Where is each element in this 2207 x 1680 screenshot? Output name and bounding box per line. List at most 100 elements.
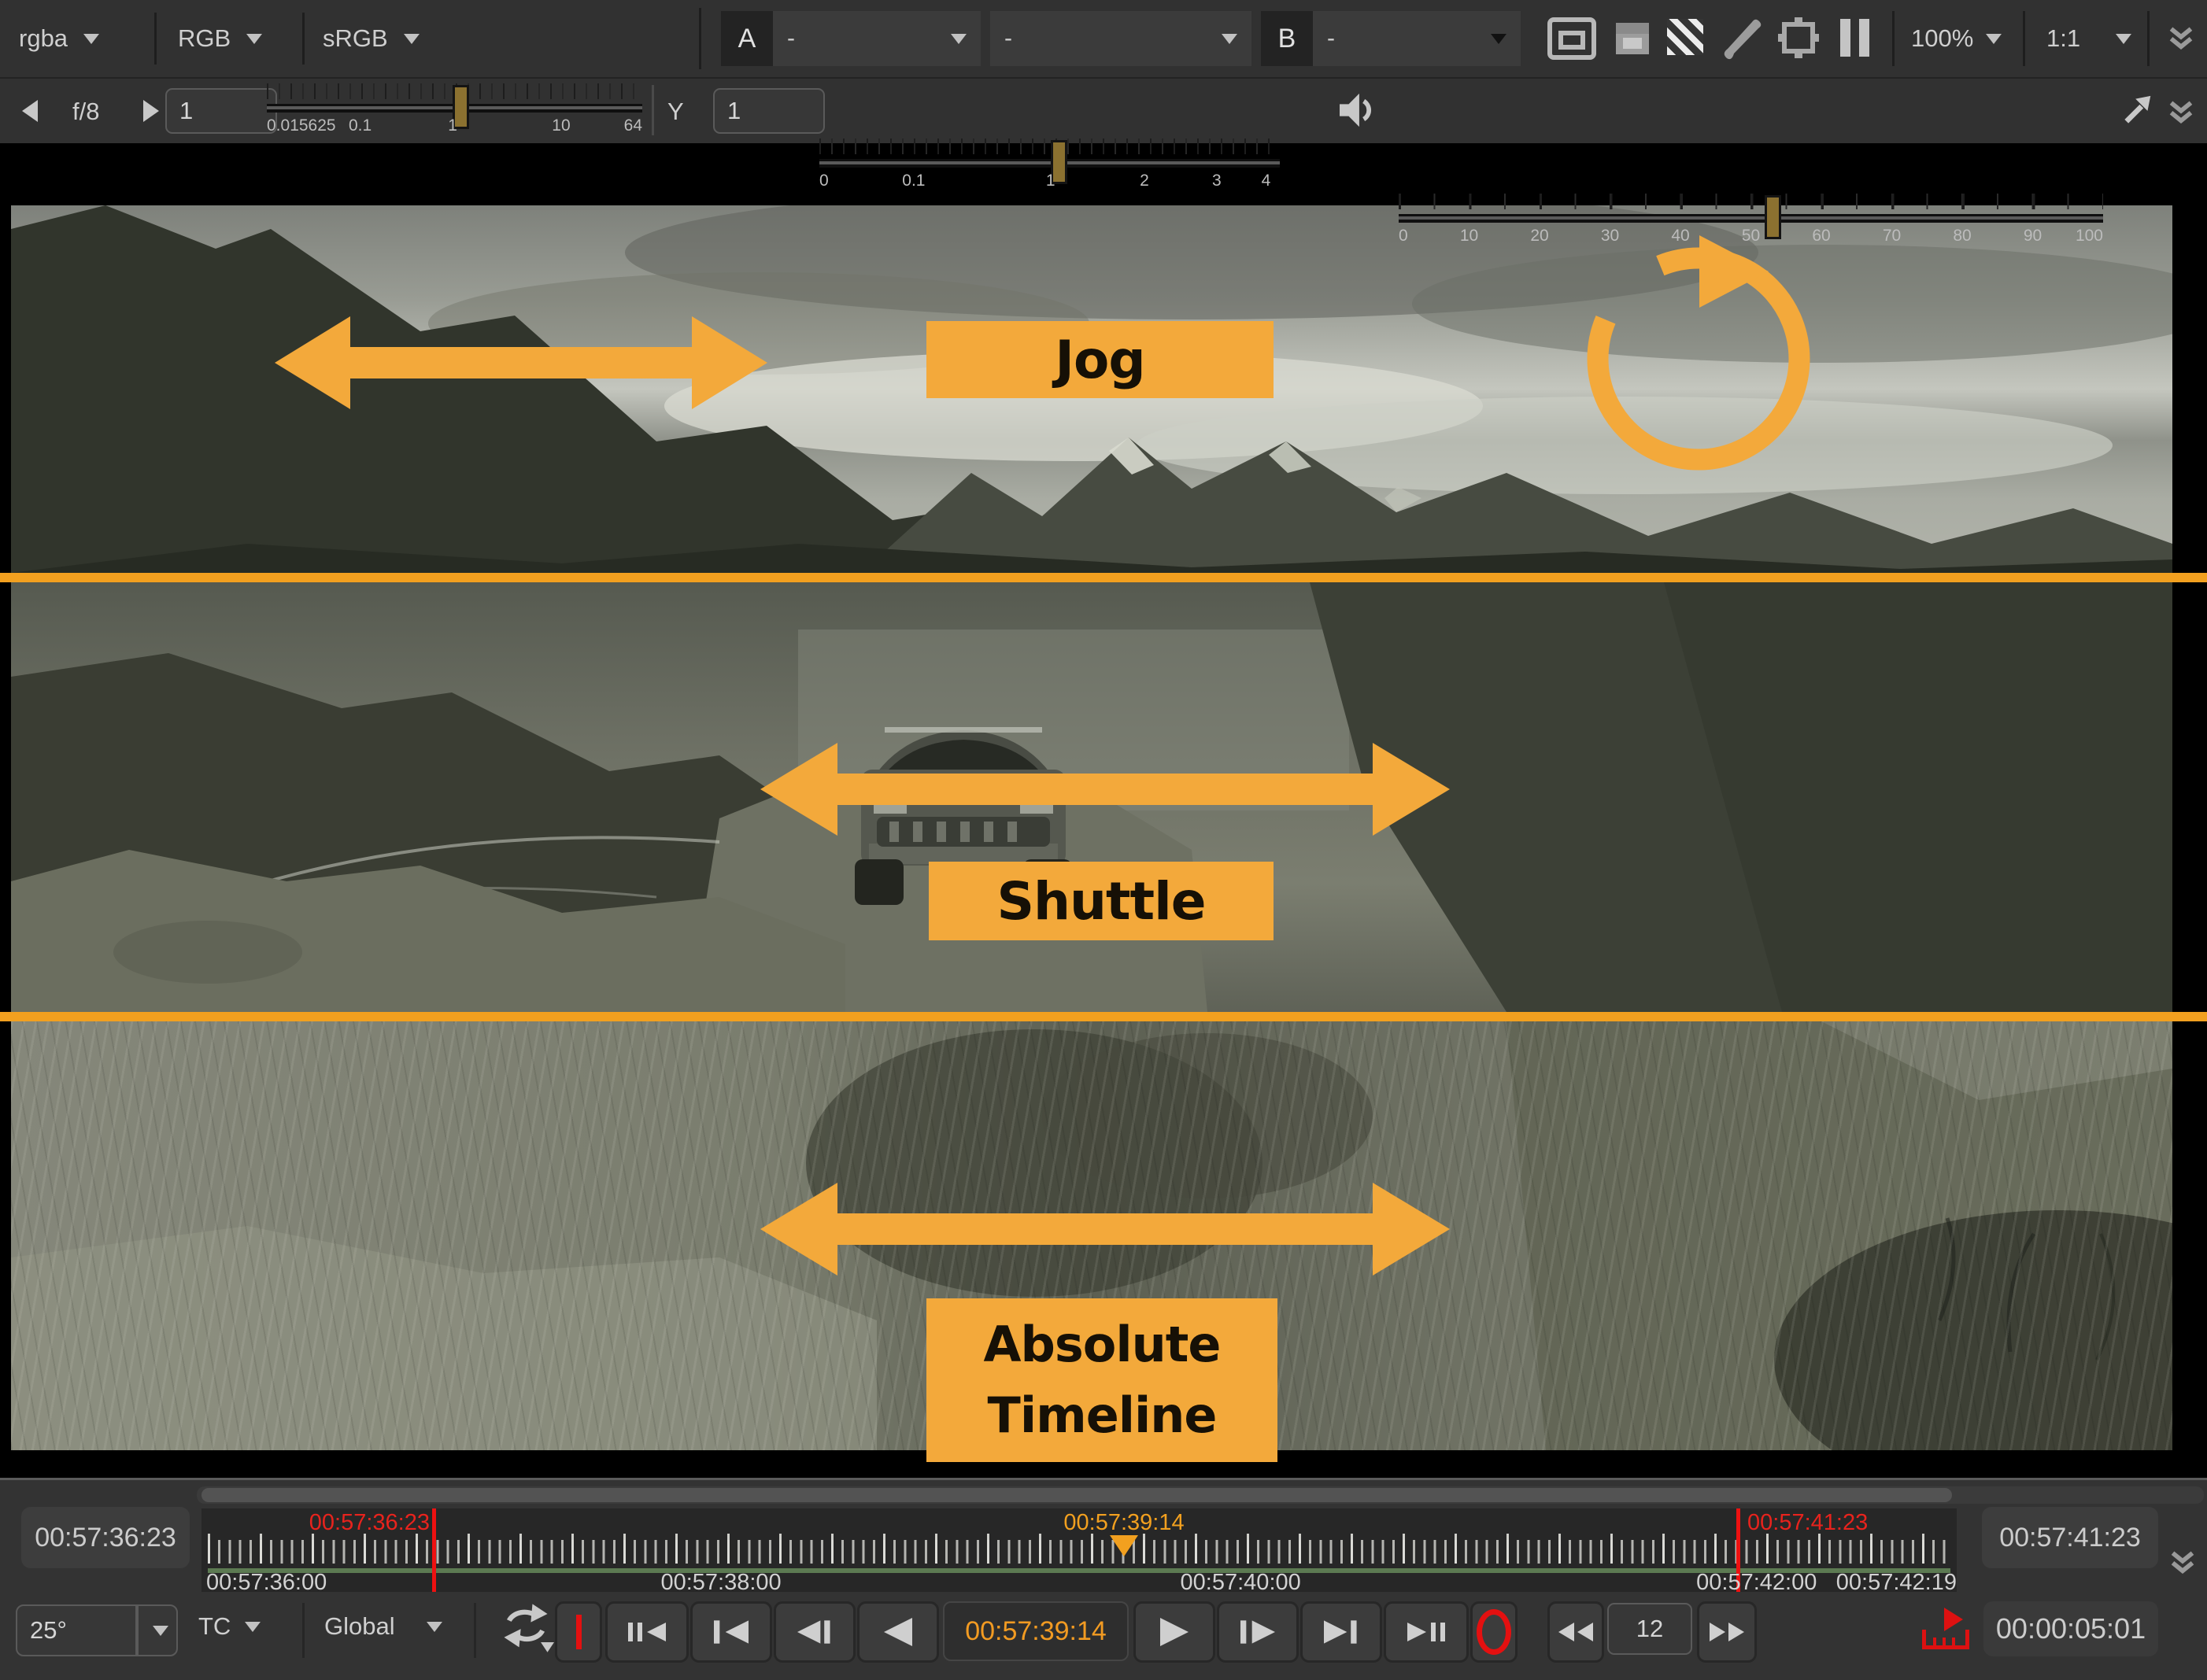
timeline-scrollbar-thumb[interactable] bbox=[201, 1488, 1952, 1502]
gamma-tick-label: 0 bbox=[819, 172, 829, 190]
gain-tick-label: 64 bbox=[624, 116, 642, 135]
divider bbox=[302, 1603, 305, 1658]
gain-slider[interactable]: 0.015625 0.1 1 10 64 bbox=[267, 83, 642, 138]
frame-increment-input[interactable]: 12 bbox=[1607, 1603, 1692, 1655]
gain-tick-label: 10 bbox=[552, 116, 570, 135]
playback-range-icon[interactable] bbox=[1920, 1606, 1971, 1657]
absolute-label-line2: Timeline bbox=[988, 1380, 1217, 1451]
timeline-scrollbar-track[interactable] bbox=[197, 1486, 2204, 1504]
out-timecode-value: 00:57:41:23 bbox=[1999, 1523, 2141, 1553]
timecode-mode-dropdown[interactable]: TC bbox=[198, 1612, 261, 1641]
current-timecode-display[interactable]: 00:57:39:14 bbox=[943, 1601, 1129, 1661]
in-point-i-glyph bbox=[576, 1615, 582, 1649]
gamma-tick-label: 4 bbox=[1262, 172, 1271, 190]
volume-tick-label: 30 bbox=[1601, 227, 1619, 246]
gamma-slider-track bbox=[819, 159, 1280, 168]
compare-mode-dropdown[interactable]: - bbox=[990, 11, 1251, 66]
step-forward-button[interactable] bbox=[1217, 1601, 1299, 1663]
pointer-arrow-icon[interactable] bbox=[2122, 93, 2155, 126]
shuttle-label-text: Shuttle bbox=[997, 871, 1206, 932]
frame-increment-value: 12 bbox=[1636, 1615, 1663, 1643]
channels-dropdown[interactable]: rgba bbox=[19, 19, 99, 58]
volume-slider[interactable]: 0 10 20 30 40 50 60 70 80 90 100 bbox=[1399, 194, 2103, 249]
zoom-level-dropdown[interactable]: 100% bbox=[1911, 19, 2002, 58]
pixel-aspect-dropdown[interactable]: 1:1 bbox=[2046, 19, 2131, 58]
input-b-dropdown[interactable]: B - bbox=[1261, 11, 1521, 66]
divider bbox=[2023, 11, 2025, 66]
go-to-out-button[interactable] bbox=[1300, 1601, 1382, 1663]
ruler-label: 00:57:38:00 bbox=[660, 1570, 781, 1596]
shuttle-arrow bbox=[760, 743, 1450, 840]
chevron-down-icon bbox=[951, 34, 967, 44]
set-out-point-button[interactable] bbox=[1470, 1601, 1518, 1663]
range-mode-dropdown[interactable]: Global bbox=[324, 1612, 442, 1641]
ruler-label: 00:57:40:00 bbox=[1181, 1570, 1301, 1596]
in-marker-line[interactable] bbox=[432, 1508, 436, 1592]
display-dropdown[interactable]: RGB bbox=[178, 19, 262, 58]
range-mode-value: Global bbox=[324, 1612, 395, 1641]
chevron-down-icon bbox=[1491, 34, 1506, 44]
playhead-label: 00:57:39:14 bbox=[1033, 1510, 1214, 1536]
volume-tick-label: 70 bbox=[1883, 227, 1901, 246]
playback-loop-mode-button[interactable] bbox=[497, 1601, 554, 1657]
play-backward-button[interactable] bbox=[857, 1601, 939, 1663]
jog-arrow bbox=[275, 316, 767, 413]
speaker-icon[interactable] bbox=[1340, 93, 1376, 127]
volume-tick-label: 100 bbox=[2076, 227, 2103, 246]
fps-field[interactable]: 25° bbox=[16, 1604, 178, 1656]
go-to-in-button[interactable] bbox=[690, 1601, 772, 1663]
playhead-handle[interactable] bbox=[1110, 1535, 1138, 1556]
timeline-track[interactable]: 00:57:36:23 00:57:39:14 00:57:41:23 00:5… bbox=[201, 1508, 1957, 1592]
paintbrush-icon[interactable] bbox=[1721, 14, 1765, 61]
input-a-value: - bbox=[787, 25, 795, 52]
volume-tick-label: 0 bbox=[1399, 227, 1408, 246]
next-edit-button[interactable] bbox=[1384, 1601, 1469, 1663]
out-timecode-box[interactable]: 00:57:41:23 bbox=[1982, 1507, 2158, 1568]
jog-label: Jog bbox=[926, 321, 1274, 398]
colorspace-dropdown[interactable]: sRGB bbox=[323, 19, 420, 58]
duration-timecode-box[interactable]: 00:00:05:01 bbox=[1983, 1601, 2158, 1656]
gate-overlay-icon[interactable] bbox=[1777, 16, 1820, 60]
gamma-input[interactable]: 1 bbox=[713, 88, 825, 134]
set-in-point-button[interactable] bbox=[555, 1601, 602, 1663]
previous-stop-button[interactable] bbox=[22, 100, 38, 122]
gamma-tick-label: 0.1 bbox=[902, 172, 925, 190]
fps-dropdown-button[interactable] bbox=[137, 1604, 178, 1656]
previous-edit-button[interactable] bbox=[605, 1601, 689, 1663]
collapse-toolbar-icon[interactable] bbox=[2168, 22, 2194, 54]
shuttle-absolute-divider bbox=[0, 1012, 2207, 1021]
timecode-mode-value: TC bbox=[198, 1612, 231, 1641]
chevron-down-icon bbox=[1986, 34, 2002, 44]
in-marker-label: 00:57:36:23 bbox=[264, 1510, 430, 1536]
gain-input[interactable]: 1 bbox=[165, 88, 277, 134]
viewer-window: rgba RGB sRGB A - - B - bbox=[0, 0, 2207, 1680]
input-a-tag: A bbox=[721, 11, 773, 66]
pause-render-icon[interactable] bbox=[1840, 19, 1869, 57]
absolute-timeline-label: Absolute Timeline bbox=[926, 1298, 1277, 1462]
gain-tick-label: 1 bbox=[448, 116, 457, 135]
proxy-mode-icon[interactable] bbox=[1615, 22, 1650, 55]
fstop-label: f/8 bbox=[72, 98, 99, 126]
expand-timeline-icon[interactable] bbox=[2169, 1546, 2196, 1578]
wipe-stripes-icon[interactable] bbox=[1667, 19, 1703, 55]
play-forward-button[interactable] bbox=[1133, 1601, 1215, 1663]
collapse-row-icon[interactable] bbox=[2168, 96, 2194, 127]
next-stop-button[interactable] bbox=[143, 100, 159, 122]
input-a-dropdown[interactable]: A - bbox=[721, 11, 981, 66]
skip-forward-button[interactable] bbox=[1697, 1601, 1757, 1663]
volume-tick-label: 20 bbox=[1530, 227, 1548, 246]
gamma-tick-label: 2 bbox=[1140, 172, 1149, 190]
step-back-button[interactable] bbox=[774, 1601, 856, 1663]
exposure-toolbar: f/8 1 0.015625 0.1 1 10 64 Y 1 0 0.1 1 2 bbox=[0, 79, 2207, 143]
volume-tick-label: 50 bbox=[1742, 227, 1760, 246]
skip-back-button[interactable] bbox=[1547, 1601, 1604, 1663]
in-timecode-box[interactable]: 00:57:36:23 bbox=[21, 1507, 190, 1568]
chevron-down-icon bbox=[245, 1622, 261, 1632]
duration-timecode-value: 00:00:05:01 bbox=[1996, 1612, 2146, 1645]
colorspace-label: sRGB bbox=[323, 24, 388, 53]
cached-range-bar bbox=[208, 1568, 1950, 1573]
ruler-label: 00:57:42:19 bbox=[1836, 1570, 1957, 1596]
display-window-icon[interactable] bbox=[1547, 17, 1596, 60]
gamma-slider[interactable]: 0 0.1 1 2 3 4 bbox=[819, 138, 1280, 194]
volume-slider-handle[interactable] bbox=[1765, 195, 1781, 239]
